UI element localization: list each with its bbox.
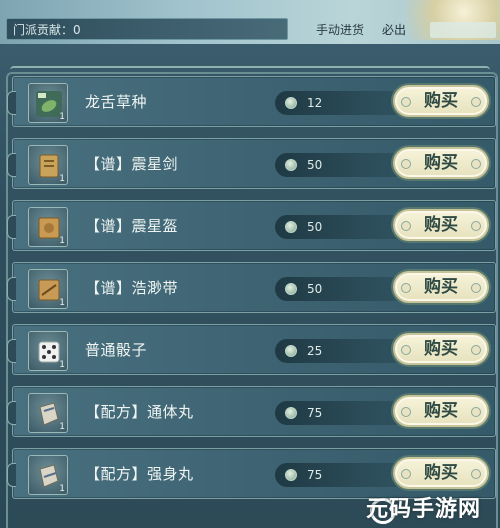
buy-button[interactable]: 购买: [393, 395, 489, 427]
recipe-scroll-icon[interactable]: 1: [28, 207, 68, 247]
list-item: 1 龙舌草种 12 购买: [7, 76, 496, 127]
item-name: 【配方】通体丸: [85, 403, 194, 421]
item-price: 75: [307, 406, 323, 420]
buy-button[interactable]: 购买: [393, 333, 489, 365]
buy-button[interactable]: 购买: [393, 271, 489, 303]
item-name: 【谱】浩渺带: [85, 279, 179, 297]
item-name: 【配方】强身丸: [85, 465, 194, 483]
recipe-paper-icon[interactable]: 1: [28, 393, 68, 433]
buy-button[interactable]: 购买: [393, 85, 489, 117]
shop-tabs: 手动进货 必出: [316, 20, 406, 40]
seed-icon[interactable]: 1: [28, 83, 68, 123]
watermark: 元码手游网: [366, 497, 482, 522]
contribution-coin-icon: [285, 283, 297, 295]
item-price: 25: [307, 344, 323, 358]
item-price: 12: [307, 96, 323, 110]
list-item: 1 【配方】通体丸 75 购买: [7, 386, 496, 437]
item-quantity: 1: [59, 112, 65, 122]
item-price: 50: [307, 282, 323, 296]
buy-button[interactable]: 购买: [393, 147, 489, 179]
list-item: 1 【谱】浩渺带 50 购买: [7, 262, 496, 313]
item-name: 【谱】震星剑: [85, 155, 179, 173]
recipe-scroll-icon[interactable]: 1: [28, 145, 68, 185]
item-quantity: 1: [59, 298, 65, 308]
buy-button[interactable]: 购买: [393, 209, 489, 241]
item-price: 75: [307, 468, 323, 482]
contribution-coin-icon: [285, 469, 297, 481]
recipe-scroll-icon[interactable]: 1: [28, 269, 68, 309]
item-name: 龙舌草种: [85, 93, 148, 111]
item-name: 普通骰子: [85, 341, 148, 359]
dice-icon[interactable]: 1: [28, 331, 68, 371]
sect-contribution: 门派贡献：0: [6, 18, 288, 40]
item-quantity: 1: [59, 422, 65, 432]
recipe-paper-icon[interactable]: 1: [28, 455, 68, 495]
list-item: 1 【谱】震星剑 50 购买: [7, 138, 496, 189]
contribution-coin-icon: [285, 97, 297, 109]
item-quantity: 1: [59, 484, 65, 494]
tab-guaranteed[interactable]: 必出: [382, 20, 406, 40]
item-name: 【谱】震星盔: [85, 217, 179, 235]
contribution-coin-icon: [285, 407, 297, 419]
tab-manual-restock[interactable]: 手动进货: [316, 20, 364, 40]
item-price: 50: [307, 220, 323, 234]
contribution-coin-icon: [285, 345, 297, 357]
list-item: 1 【谱】震星盔 50 购买: [7, 200, 496, 251]
item-price: 50: [307, 158, 323, 172]
item-quantity: 1: [59, 236, 65, 246]
item-quantity: 1: [59, 174, 65, 184]
contribution-coin-icon: [285, 159, 297, 171]
contribution-coin-icon: [285, 221, 297, 233]
item-quantity: 1: [59, 360, 65, 370]
tab-extra-highlight: [430, 22, 496, 38]
list-item: 1 普通骰子 25 购买: [7, 324, 496, 375]
buy-button[interactable]: 购买: [393, 457, 489, 489]
